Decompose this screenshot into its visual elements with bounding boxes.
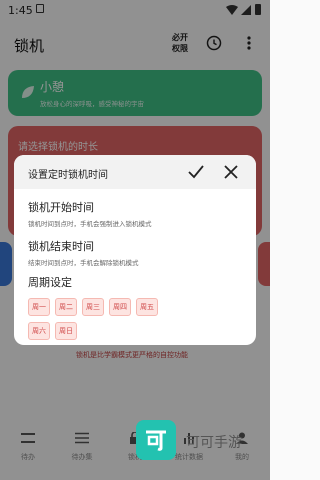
weekday-chip[interactable]: 周一 — [28, 298, 50, 316]
weekday-chip[interactable]: 周六 — [28, 322, 50, 340]
watermark-text: 可可手游 — [186, 435, 242, 451]
lock-schedule-dialog: 设置定时锁机时间 锁机开始时间 锁机时间到点时，手机会强制进入锁机模式 锁机结束… — [14, 155, 256, 345]
end-time-title: 锁机结束时间 — [28, 240, 94, 253]
weekday-chips-row-2: 周六 周日 — [28, 318, 248, 340]
close-icon[interactable] — [224, 165, 238, 179]
watermark-logo — [136, 420, 176, 460]
dialog-title: 设置定时锁机时间 — [28, 170, 108, 181]
start-time-row[interactable]: 锁机开始时间 锁机时间到点时，手机会强制进入锁机模式 — [28, 199, 244, 229]
end-time-row[interactable]: 锁机结束时间 结束时间到点时，手机会解除锁机模式 — [28, 238, 244, 268]
confirm-check-icon[interactable] — [188, 165, 204, 179]
weekday-chip[interactable]: 周五 — [136, 298, 158, 316]
weekday-chips-row-1: 周一 周二 周三 周四 周五 — [28, 294, 248, 316]
end-time-desc: 结束时间到点时，手机会解除锁机模式 — [28, 259, 139, 267]
start-time-desc: 锁机时间到点时，手机会强制进入锁机模式 — [28, 220, 152, 228]
start-time-title: 锁机开始时间 — [28, 201, 94, 214]
weekday-chip[interactable]: 周二 — [55, 298, 77, 316]
watermark-logo-icon — [146, 430, 166, 451]
weekday-chip[interactable]: 周日 — [55, 322, 77, 340]
dialog-header: 设置定时锁机时间 — [14, 155, 256, 189]
weekday-chip[interactable]: 周三 — [82, 298, 104, 316]
weekday-chip[interactable]: 周四 — [109, 298, 131, 316]
period-title: 周期设定 — [28, 276, 72, 289]
